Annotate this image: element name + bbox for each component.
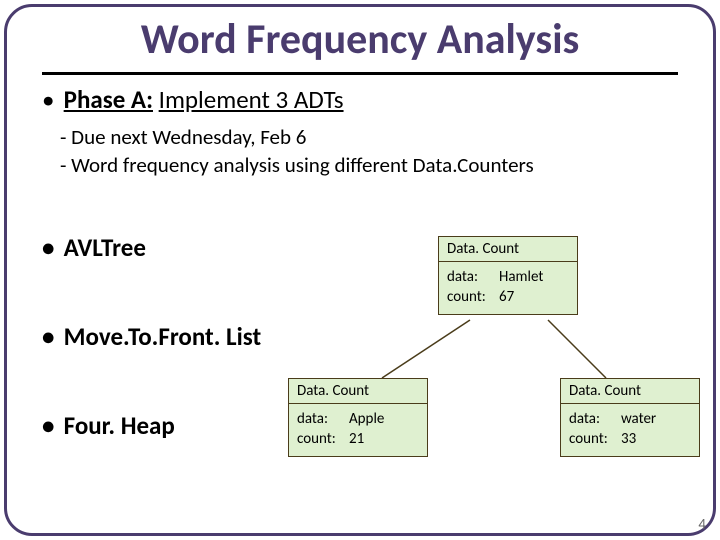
count-label: count: [297, 429, 349, 449]
node-data-row: data: Apple [297, 409, 419, 429]
page-number: 4 [698, 516, 706, 534]
node-data-row: data: water [569, 409, 691, 429]
adt-item-avltree: • AVLTree [42, 232, 261, 263]
sub-line-1: - Due next Wednesday, Feb 6 [60, 123, 678, 151]
node-header: Data. Count [439, 237, 577, 262]
bullet-icon: • [42, 321, 58, 352]
node-count-row: count: 21 [297, 429, 419, 449]
slide-title: Word Frequency Analysis [0, 14, 720, 65]
sub-line-2: - Word frequency analysis using differen… [60, 151, 678, 179]
node-count-row: count: 67 [447, 287, 569, 307]
adt-item-fourheap: • Four. Heap [42, 410, 261, 441]
node-body: data: water count: 33 [561, 404, 699, 456]
phase-text: Implement 3 ADTs [159, 84, 344, 115]
bullet-icon: • [42, 410, 58, 441]
bullet-icon: • [42, 84, 58, 115]
content-area: • Phase A: Implement 3 ADTs - Due next W… [42, 84, 678, 180]
data-label: data: [569, 409, 621, 429]
tree-node-root: Data. Count data: Hamlet count: 67 [438, 236, 578, 315]
adt-list: • AVLTree • Move.To.Front. List • Four. … [42, 232, 261, 499]
node-header: Data. Count [289, 379, 427, 404]
adt-label: Move.To.Front. List [64, 321, 261, 352]
adt-label: AVLTree [64, 232, 146, 263]
node-header: Data. Count [561, 379, 699, 404]
node-body: data: Apple count: 21 [289, 404, 427, 456]
data-label: data: [447, 267, 499, 287]
data-value: Apple [349, 409, 384, 429]
title-rule [42, 72, 678, 75]
count-value: 33 [621, 429, 636, 449]
node-body: data: Hamlet count: 67 [439, 262, 577, 314]
data-value: Hamlet [499, 267, 543, 287]
node-count-row: count: 33 [569, 429, 691, 449]
count-label: count: [569, 429, 621, 449]
phase-line: • Phase A: Implement 3 ADTs [42, 84, 678, 115]
data-label: data: [297, 409, 349, 429]
count-value: 21 [349, 429, 364, 449]
count-label: count: [447, 287, 499, 307]
phase-label: Phase A: [64, 84, 153, 115]
adt-label: Four. Heap [64, 410, 175, 441]
count-value: 67 [499, 287, 514, 307]
data-value: water [621, 409, 656, 429]
adt-item-mtflist: • Move.To.Front. List [42, 321, 261, 352]
slide: Word Frequency Analysis • Phase A: Imple… [0, 0, 720, 540]
node-data-row: data: Hamlet [447, 267, 569, 287]
tree-node-left: Data. Count data: Apple count: 21 [288, 378, 428, 457]
tree-node-right: Data. Count data: water count: 33 [560, 378, 700, 457]
bullet-icon: • [42, 232, 58, 263]
